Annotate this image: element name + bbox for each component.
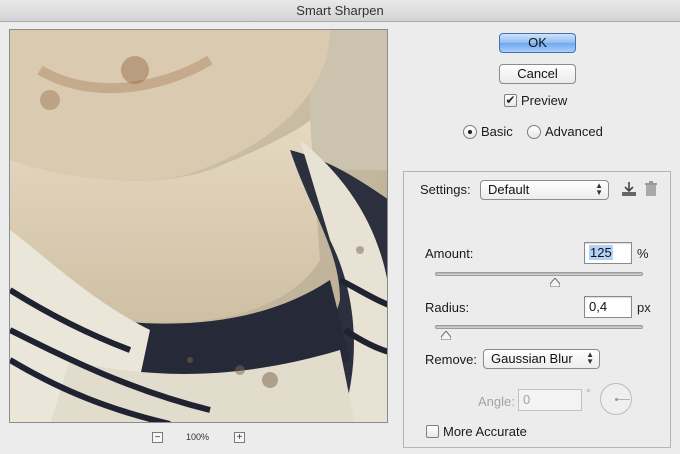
radius-value: 0,4 [589,299,608,314]
amount-label: Amount: [425,246,474,261]
angle-unit: ° [586,388,591,400]
preview-label: Preview [521,93,568,108]
radius-slider-track[interactable] [435,325,643,329]
trash-icon[interactable] [644,181,658,200]
settings-panel: Settings: Default ▲ ▼ Amount: 125 % Radiu… [403,171,671,448]
minus-icon: − [154,432,161,443]
basic-radio[interactable] [463,124,477,139]
window-title: Smart Sharpen [296,3,384,18]
preview-toggle[interactable]: ✔ Preview [504,93,567,108]
checkmark-icon: ✔ [505,93,516,107]
remove-dropdown[interactable]: Gaussian Blur ▲ ▼ [483,349,600,369]
advanced-radio[interactable] [527,124,541,139]
mode-basic[interactable]: Basic [463,124,513,139]
preview-photo [10,30,387,422]
angle-value: 0 [523,392,531,407]
stepper-arrows-icon: ▲ ▼ [586,350,594,366]
amount-input[interactable]: 125 [584,242,632,264]
zoom-level: 100% [186,432,210,442]
mode-advanced[interactable]: Advanced [527,124,603,139]
preview-image[interactable] [9,29,388,423]
amount-slider-thumb[interactable] [549,275,561,288]
settings-dropdown[interactable]: Default ▲ ▼ [480,180,609,200]
more-accurate-toggle[interactable]: More Accurate [426,424,527,439]
plus-icon: + [236,432,243,443]
remove-value: Gaussian Blur [491,351,573,366]
amount-value: 125 [589,245,613,260]
ok-button[interactable]: OK [499,33,576,53]
zoom-in-button[interactable]: + [234,432,245,443]
radius-label: Radius: [425,300,470,315]
advanced-label: Advanced [545,124,603,139]
amount-slider-track[interactable] [435,272,643,276]
more-accurate-label: More Accurate [443,424,527,439]
stepper-arrows-icon: ▲ ▼ [595,181,603,197]
settings-value: Default [488,182,530,197]
radius-slider-thumb[interactable] [440,328,452,341]
more-accurate-checkbox[interactable] [426,425,439,438]
amount-unit: % [637,246,649,261]
remove-label: Remove: [425,352,478,367]
window-title-bar[interactable]: Smart Sharpen [0,0,680,22]
dialog-body: − 100% + OK Cancel ✔ Preview Basic Advan… [0,22,680,454]
basic-label: Basic [481,124,513,139]
zoom-controls: − 100% + [152,432,252,446]
angle-label: Angle: [478,394,515,409]
angle-dial[interactable] [600,383,632,415]
zoom-out-button[interactable]: − [152,432,163,443]
save-preset-icon[interactable] [620,180,638,201]
radius-input[interactable]: 0,4 [584,296,632,318]
radius-unit: px [637,300,651,315]
settings-label: Settings: [420,182,471,197]
cancel-button[interactable]: Cancel [499,64,576,84]
preview-checkbox[interactable]: ✔ [504,94,517,107]
angle-input[interactable]: 0 [518,389,582,411]
